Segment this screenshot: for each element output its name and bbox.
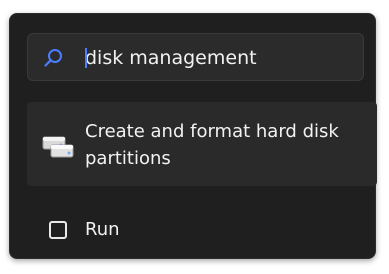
search-panel: disk management Create and format hard d… <box>9 13 377 259</box>
run-item[interactable]: Run <box>27 212 377 252</box>
run-icon <box>49 221 67 239</box>
disk-management-icon <box>42 136 74 158</box>
text-caret <box>85 48 87 68</box>
search-input[interactable]: disk management <box>27 33 364 81</box>
result-label: Create and format hard disk partitions <box>85 121 339 169</box>
run-label: Run <box>85 219 120 240</box>
result-item-disk-management[interactable]: Create and format hard disk partitions <box>27 102 377 186</box>
search-query-text: disk management <box>85 47 257 69</box>
search-icon <box>44 49 62 67</box>
